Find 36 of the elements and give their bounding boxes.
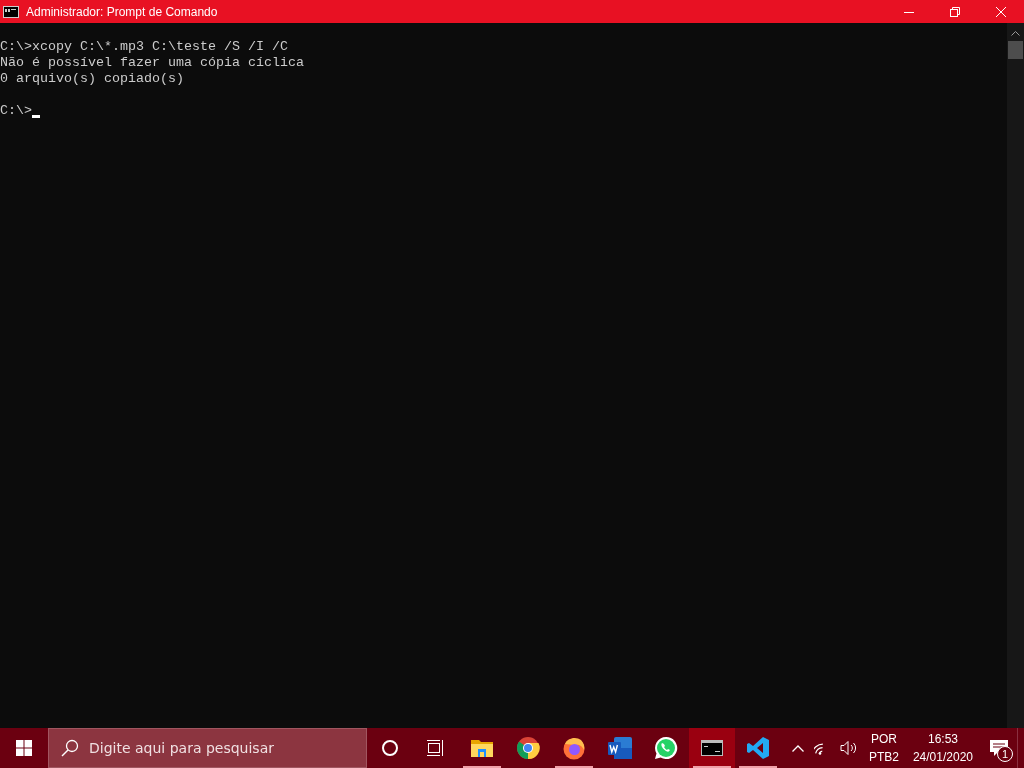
chat-bubble-icon [654,736,678,760]
document-icon [608,737,632,759]
date-label: 24/01/2020 [912,749,973,766]
terminal-icon [701,740,723,756]
prompt-text: C:\> [0,103,32,119]
browser-ball-icon [516,736,540,760]
search-icon [61,739,79,757]
folder-icon [471,738,493,758]
taskbar-app-button[interactable] [689,728,735,768]
terminal-icon [3,5,19,18]
search-input[interactable]: Digite aqui para pesquisar [89,740,366,756]
windows-logo-icon [16,740,32,756]
console-line: Não é possível fazer uma cópia cíclica [0,55,305,71]
scroll-up-icon[interactable] [1011,31,1020,36]
console-line: C:\>xcopy C:\*.mp3 C:\teste /S /I /C [0,39,289,55]
keyboard-layout-label: PTB2 [868,749,899,766]
scroll-thumb[interactable] [1008,41,1023,59]
console-area[interactable]: C:\>xcopy C:\*.mp3 C:\teste /S /I /C Não é possível fazer uma cópia cíclica 0 arquivo(s) copiado(s) C:\> [0,23,1007,728]
task-view-icon [427,740,445,756]
clock[interactable]: 16:53 24/01/2020 [904,730,981,766]
restore-icon [950,6,960,17]
code-editor-icon [746,736,770,760]
language-indicator[interactable]: POR PTB2 [862,730,905,766]
close-icon [996,6,1006,17]
speaker-icon[interactable] [839,740,858,756]
chevron-up-icon[interactable] [791,744,804,752]
language-label: POR [870,731,897,748]
time-label: 16:53 [927,731,958,748]
scrollbar[interactable] [1007,23,1024,728]
console-line: 0 arquivo(s) copiado(s) [0,71,185,87]
search-bar[interactable]: Digite aqui para pesquisar [48,728,367,768]
text-cursor [32,115,40,118]
window-title: Administrador: Prompt de Comando [26,4,219,19]
fox-globe-icon [562,736,586,760]
notification-badge: 1 [997,746,1013,762]
circle-icon [381,739,399,757]
